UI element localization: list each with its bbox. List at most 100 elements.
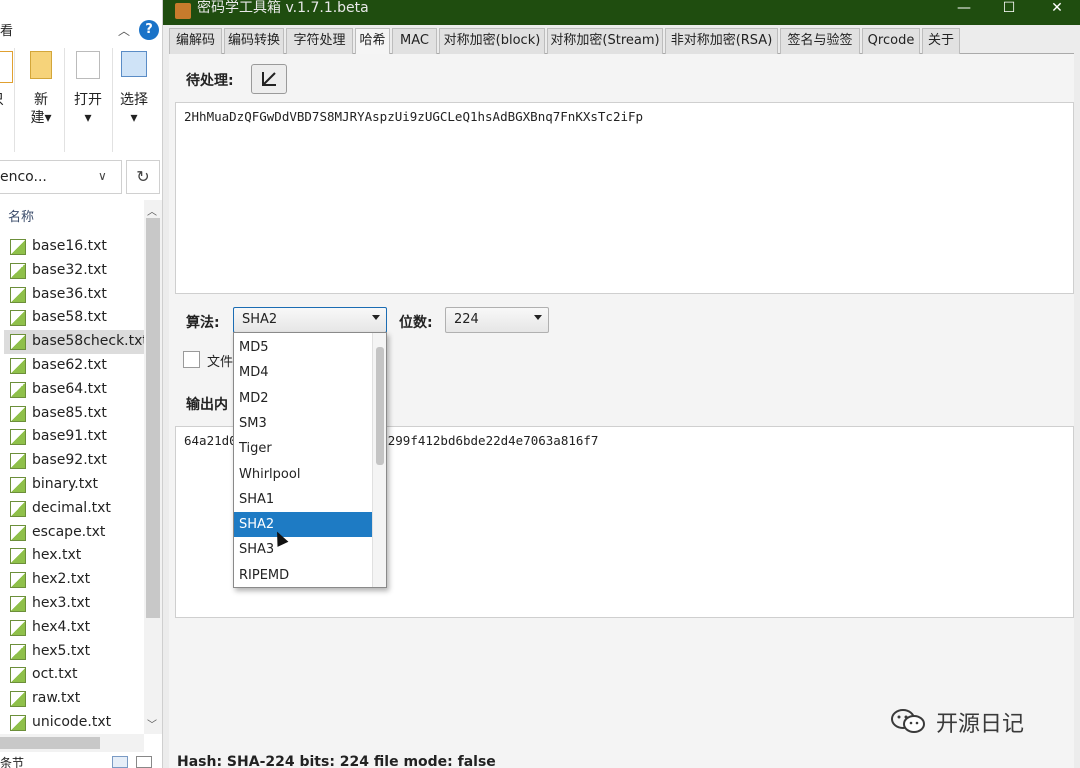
file-list-item[interactable]: oct.txt: [4, 663, 144, 687]
file-mode-checkbox[interactable]: [183, 351, 200, 368]
file-list-item[interactable]: hex.txt: [4, 544, 144, 568]
bits-select[interactable]: 224: [445, 307, 549, 333]
file-list-item[interactable]: hex2.txt: [4, 568, 144, 592]
chevron-down-icon[interactable]: ∨: [98, 169, 107, 183]
open-button[interactable]: 打开 ▾: [66, 46, 110, 152]
new-button[interactable]: 新 建▾: [22, 46, 60, 152]
file-mode-label: 文件: [207, 355, 234, 370]
ribbon-separator: [14, 48, 15, 152]
file-list-item[interactable]: raw.txt: [4, 687, 144, 711]
file-name: base91.txt: [32, 428, 107, 445]
details-view-icon[interactable]: [112, 756, 128, 768]
help-icon[interactable]: ?: [139, 20, 159, 40]
file-list-item[interactable]: escape.txt: [4, 521, 144, 545]
file-list-item[interactable]: base85.txt: [4, 402, 144, 426]
file-list-item[interactable]: base58.txt: [4, 306, 144, 330]
scrollbar-thumb[interactable]: [376, 347, 384, 465]
new-button-label2: 建▾: [30, 110, 52, 126]
status-text: Hash: SHA-224 bits: 224 file mode: false: [177, 754, 496, 768]
tab-5[interactable]: 对称加密(block): [439, 28, 545, 54]
dropdown-arrow-icon: [372, 315, 380, 320]
file-name: base58check.txt: [32, 333, 148, 350]
file-list-item[interactable]: decimal.txt: [4, 497, 144, 521]
dropdown-option[interactable]: Tiger: [234, 436, 372, 461]
tab-4[interactable]: MAC: [392, 28, 437, 54]
horizontal-scrollbar[interactable]: [0, 734, 144, 752]
text-file-icon: [10, 405, 26, 422]
bits-value: 224: [454, 312, 479, 327]
tab-6[interactable]: 对称加密(Stream): [547, 28, 663, 54]
close-button[interactable]: ✕: [1034, 0, 1080, 22]
file-list-item[interactable]: unicode.txt: [4, 711, 144, 735]
watermark-text: 开源日记: [936, 712, 1025, 737]
text-file-icon: [10, 286, 26, 303]
paste-button[interactable]: [251, 64, 287, 94]
refresh-icon[interactable]: ↻: [126, 160, 160, 194]
dropdown-option[interactable]: SHA2: [234, 512, 372, 538]
file-list-item[interactable]: hex3.txt: [4, 592, 144, 616]
wechat-icon: [891, 709, 925, 733]
dropdown-option[interactable]: Whirlpool: [234, 462, 372, 487]
file-name: decimal.txt: [32, 499, 111, 516]
file-list-item[interactable]: base36.txt: [4, 283, 144, 307]
dropdown-option[interactable]: SM3: [234, 411, 372, 436]
select-button-label2: ▾: [130, 110, 138, 126]
large-icons-view-icon[interactable]: [136, 756, 152, 768]
tab-1[interactable]: 编码转换: [224, 28, 284, 54]
dropdown-arrow-icon: [534, 315, 542, 320]
text-file-icon: [10, 524, 26, 541]
scroll-down-icon[interactable]: ﹀: [147, 716, 157, 731]
dropdown-option[interactable]: SHA3: [234, 537, 372, 562]
column-header-name[interactable]: 名称: [8, 206, 34, 225]
tab-0[interactable]: 编解码: [169, 28, 222, 54]
tab-8[interactable]: 签名与验签: [780, 28, 860, 54]
ribbon-collapse-icon[interactable]: ︿: [118, 22, 130, 39]
vertical-scrollbar[interactable]: ︿ ﹀: [144, 200, 162, 734]
file-list-item[interactable]: hex4.txt: [4, 616, 144, 640]
file-name: base62.txt: [32, 356, 107, 373]
file-list-item[interactable]: base91.txt: [4, 425, 144, 449]
ribbon-button-partial[interactable]: 只: [0, 46, 13, 152]
file-list-item[interactable]: base64.txt: [4, 378, 144, 402]
dropdown-option[interactable]: MD5: [234, 335, 372, 360]
minimize-button[interactable]: —: [941, 0, 987, 22]
tab-9[interactable]: Qrcode: [862, 28, 920, 54]
dropdown-scrollbar[interactable]: [372, 333, 386, 587]
algorithm-select[interactable]: SHA2: [233, 307, 387, 333]
tab-2[interactable]: 字符处理: [286, 28, 353, 54]
dropdown-option[interactable]: RIPEMD: [234, 563, 372, 588]
text-file-icon: [10, 714, 26, 731]
dropdown-option[interactable]: MD4: [234, 360, 372, 385]
file-list-item[interactable]: base58check.txt: [4, 330, 148, 354]
title-bar: 密码学工具箱 v.1.7.1.beta — ☐ ✕: [163, 0, 1080, 25]
file-list-item[interactable]: base32.txt: [4, 259, 144, 283]
dropdown-option[interactable]: SHA1: [234, 487, 372, 512]
tab-10[interactable]: 关于: [922, 28, 960, 54]
maximize-button[interactable]: ☐: [986, 0, 1032, 22]
text-file-icon: [10, 548, 26, 565]
file-list-item[interactable]: hex5.txt: [4, 640, 144, 664]
text-file-icon: [10, 381, 26, 398]
tab-7[interactable]: 非对称加密(RSA): [665, 28, 778, 54]
text-file-icon: [10, 643, 26, 660]
file-name: base58.txt: [32, 309, 107, 326]
algorithm-label: 算法:: [186, 315, 220, 331]
file-list-item[interactable]: base62.txt: [4, 354, 144, 378]
file-name: unicode.txt: [32, 713, 112, 730]
file-name: base85.txt: [32, 404, 107, 421]
select-button[interactable]: 选择 ▾: [114, 46, 154, 152]
dropdown-option[interactable]: MD2: [234, 386, 372, 411]
file-list-item[interactable]: base92.txt: [4, 449, 144, 473]
file-name: escape.txt: [32, 523, 106, 540]
input-textarea[interactable]: 2HhMuaDzQFGwDdVBD7S8MJRYAspzUi9zUGCLeQ1h…: [175, 102, 1074, 294]
scrollbar-thumb[interactable]: [146, 218, 160, 618]
address-bar[interactable]: enco... ∨: [0, 160, 122, 194]
file-name: base32.txt: [32, 261, 107, 278]
tab-3[interactable]: 哈希: [355, 28, 390, 54]
scroll-up-icon[interactable]: ︿: [147, 203, 157, 218]
file-list-item[interactable]: base16.txt: [4, 235, 144, 259]
output-label: 输出内: [186, 397, 228, 413]
scrollbar-thumb[interactable]: [0, 737, 100, 749]
select-button-label: 选择: [120, 92, 148, 108]
file-list-item[interactable]: binary.txt: [4, 473, 144, 497]
